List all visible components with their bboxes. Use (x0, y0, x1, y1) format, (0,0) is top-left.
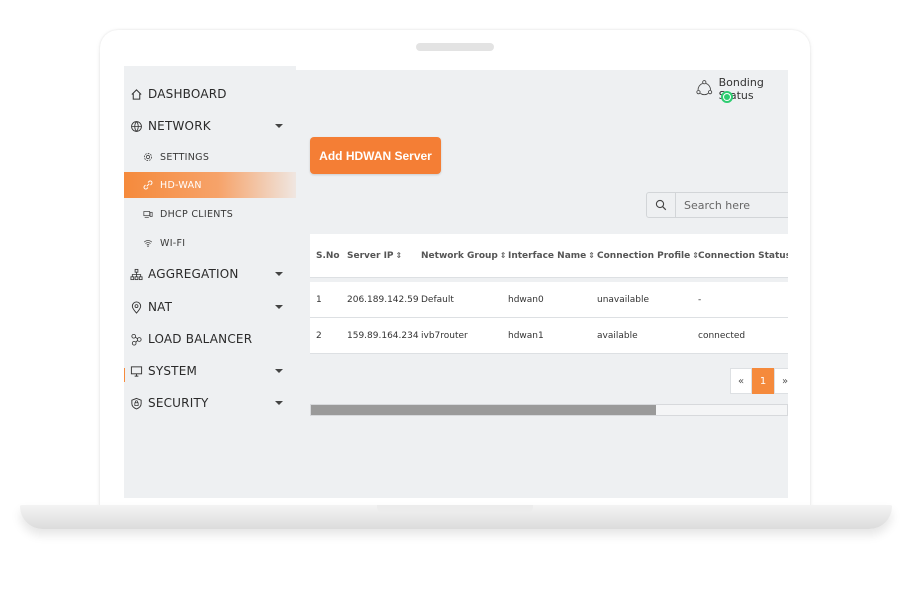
column-header-sno[interactable]: S.No (316, 251, 340, 261)
cell-interface-name: hdwan1 (508, 330, 544, 341)
bonding-status-indicator (721, 91, 733, 103)
cell-network-group: Default (421, 294, 454, 305)
cell-connection-profile: unavailable (597, 294, 650, 305)
pagination-page-button[interactable]: 1 (752, 368, 774, 394)
search-icon[interactable] (647, 193, 676, 217)
pagination: « 1 » (730, 368, 788, 394)
sidebar-item-nat[interactable]: NAT (124, 294, 296, 320)
column-header-server-ip[interactable]: Server IP ⇕ (347, 251, 402, 261)
sidebar-item-label: NAT (148, 300, 173, 314)
sort-icon: ⇕ (395, 250, 403, 260)
sidebar-item-security[interactable]: SECURITY (124, 390, 296, 416)
nodes-icon (129, 332, 143, 346)
sidebar-subitem-settings[interactable]: SETTINGS (124, 144, 296, 170)
hdwan-server-table: S.No Server IP ⇕ Network Group ⇕ Interface… (310, 234, 788, 354)
app-screen: DASHBOARD NETWORK SETTINGS HD-WAN DHCP C… (124, 66, 788, 498)
link-icon (142, 179, 154, 191)
table-row[interactable]: 2 159.89.164.234 ivb7router hdwan1 avail… (310, 318, 788, 354)
sidebar-item-network[interactable]: NETWORK (124, 113, 296, 139)
cell-sno: 1 (316, 294, 322, 305)
monitor-icon (129, 364, 143, 378)
sidebar-item-label: LOAD BALANCER (148, 332, 253, 346)
cell-interface-name: hdwan0 (508, 294, 544, 305)
chevron-down-icon[interactable] (275, 401, 283, 405)
cell-sno: 2 (316, 330, 322, 341)
devices-icon (142, 208, 154, 220)
sidebar-item-aggregation[interactable]: AGGREGATION (124, 261, 296, 287)
chevron-down-icon[interactable] (275, 272, 283, 276)
chevron-down-icon[interactable] (275, 305, 283, 309)
sidebar: DASHBOARD NETWORK SETTINGS HD-WAN DHCP C… (124, 66, 296, 498)
cell-server-ip: 206.189.142.59 (347, 294, 419, 305)
column-header-network-group[interactable]: Network Group ⇕ (421, 251, 507, 261)
search-box (646, 192, 788, 218)
chevron-down-icon[interactable] (275, 124, 283, 128)
sidebar-item-label: DASHBOARD (148, 87, 227, 101)
sidebar-subitem-label: WI-FI (160, 237, 186, 249)
pagination-next-button[interactable]: » (774, 368, 788, 394)
scrollbar-thumb[interactable] (311, 405, 656, 415)
shield-icon (129, 396, 143, 410)
sidebar-item-dashboard[interactable]: DASHBOARD (124, 81, 296, 107)
column-header-interface-name[interactable]: Interface Name ⇕ (508, 251, 595, 261)
table-header: S.No Server IP ⇕ Network Group ⇕ Interface… (310, 234, 788, 278)
add-hdwan-server-button[interactable]: Add HDWAN Server (310, 137, 441, 174)
sidebar-item-label: AGGREGATION (148, 267, 239, 281)
table-horizontal-scrollbar[interactable] (310, 404, 788, 416)
sidebar-subitem-hd-wan[interactable]: HD-WAN (124, 172, 296, 198)
location-pin-icon (129, 300, 143, 314)
pagination-prev-button[interactable]: « (730, 368, 752, 394)
chevron-down-icon[interactable] (275, 369, 283, 373)
sidebar-subitem-label: HD-WAN (160, 179, 202, 191)
cell-server-ip: 159.89.164.234 (347, 330, 419, 341)
globe-icon (129, 119, 143, 133)
wifi-icon (142, 237, 154, 249)
sidebar-item-label: SYSTEM (148, 364, 198, 378)
bonding-icon (696, 80, 713, 96)
table-row[interactable]: 1 206.189.142.59 Default hdwan0 unavaila… (310, 282, 788, 318)
cell-connection-status: - (698, 294, 702, 305)
home-icon (129, 87, 143, 101)
search-input[interactable] (676, 193, 788, 217)
bonding-status: Bonding Status (696, 76, 788, 103)
column-header-connection-profile[interactable]: Connection Profile ⇕ (597, 251, 699, 261)
cell-connection-profile: available (597, 330, 638, 341)
column-header-connection-status[interactable]: Connection Status⇕ (698, 251, 788, 261)
cell-network-group: ivb7router (421, 330, 468, 341)
sidebar-item-label: SECURITY (148, 396, 209, 410)
hierarchy-icon (129, 267, 143, 281)
sort-icon: ⇕ (588, 250, 595, 260)
sidebar-subitem-label: SETTINGS (160, 151, 210, 163)
laptop-camera-bar (416, 43, 494, 51)
sidebar-item-load-balancer[interactable]: LOAD BALANCER (124, 326, 296, 352)
laptop-base-notch (377, 505, 533, 513)
sidebar-subitem-dhcp-clients[interactable]: DHCP CLIENTS (124, 201, 296, 227)
sidebar-subitem-wifi[interactable]: WI-FI (124, 230, 296, 256)
sort-icon: ⇕ (499, 250, 507, 260)
sidebar-subitem-label: DHCP CLIENTS (160, 208, 234, 220)
gear-icon (142, 151, 154, 163)
sidebar-item-system[interactable]: SYSTEM (124, 358, 296, 384)
sidebar-item-label: NETWORK (148, 119, 211, 133)
sidebar-edge-marker (124, 368, 125, 382)
cell-connection-status: connected (698, 330, 746, 341)
